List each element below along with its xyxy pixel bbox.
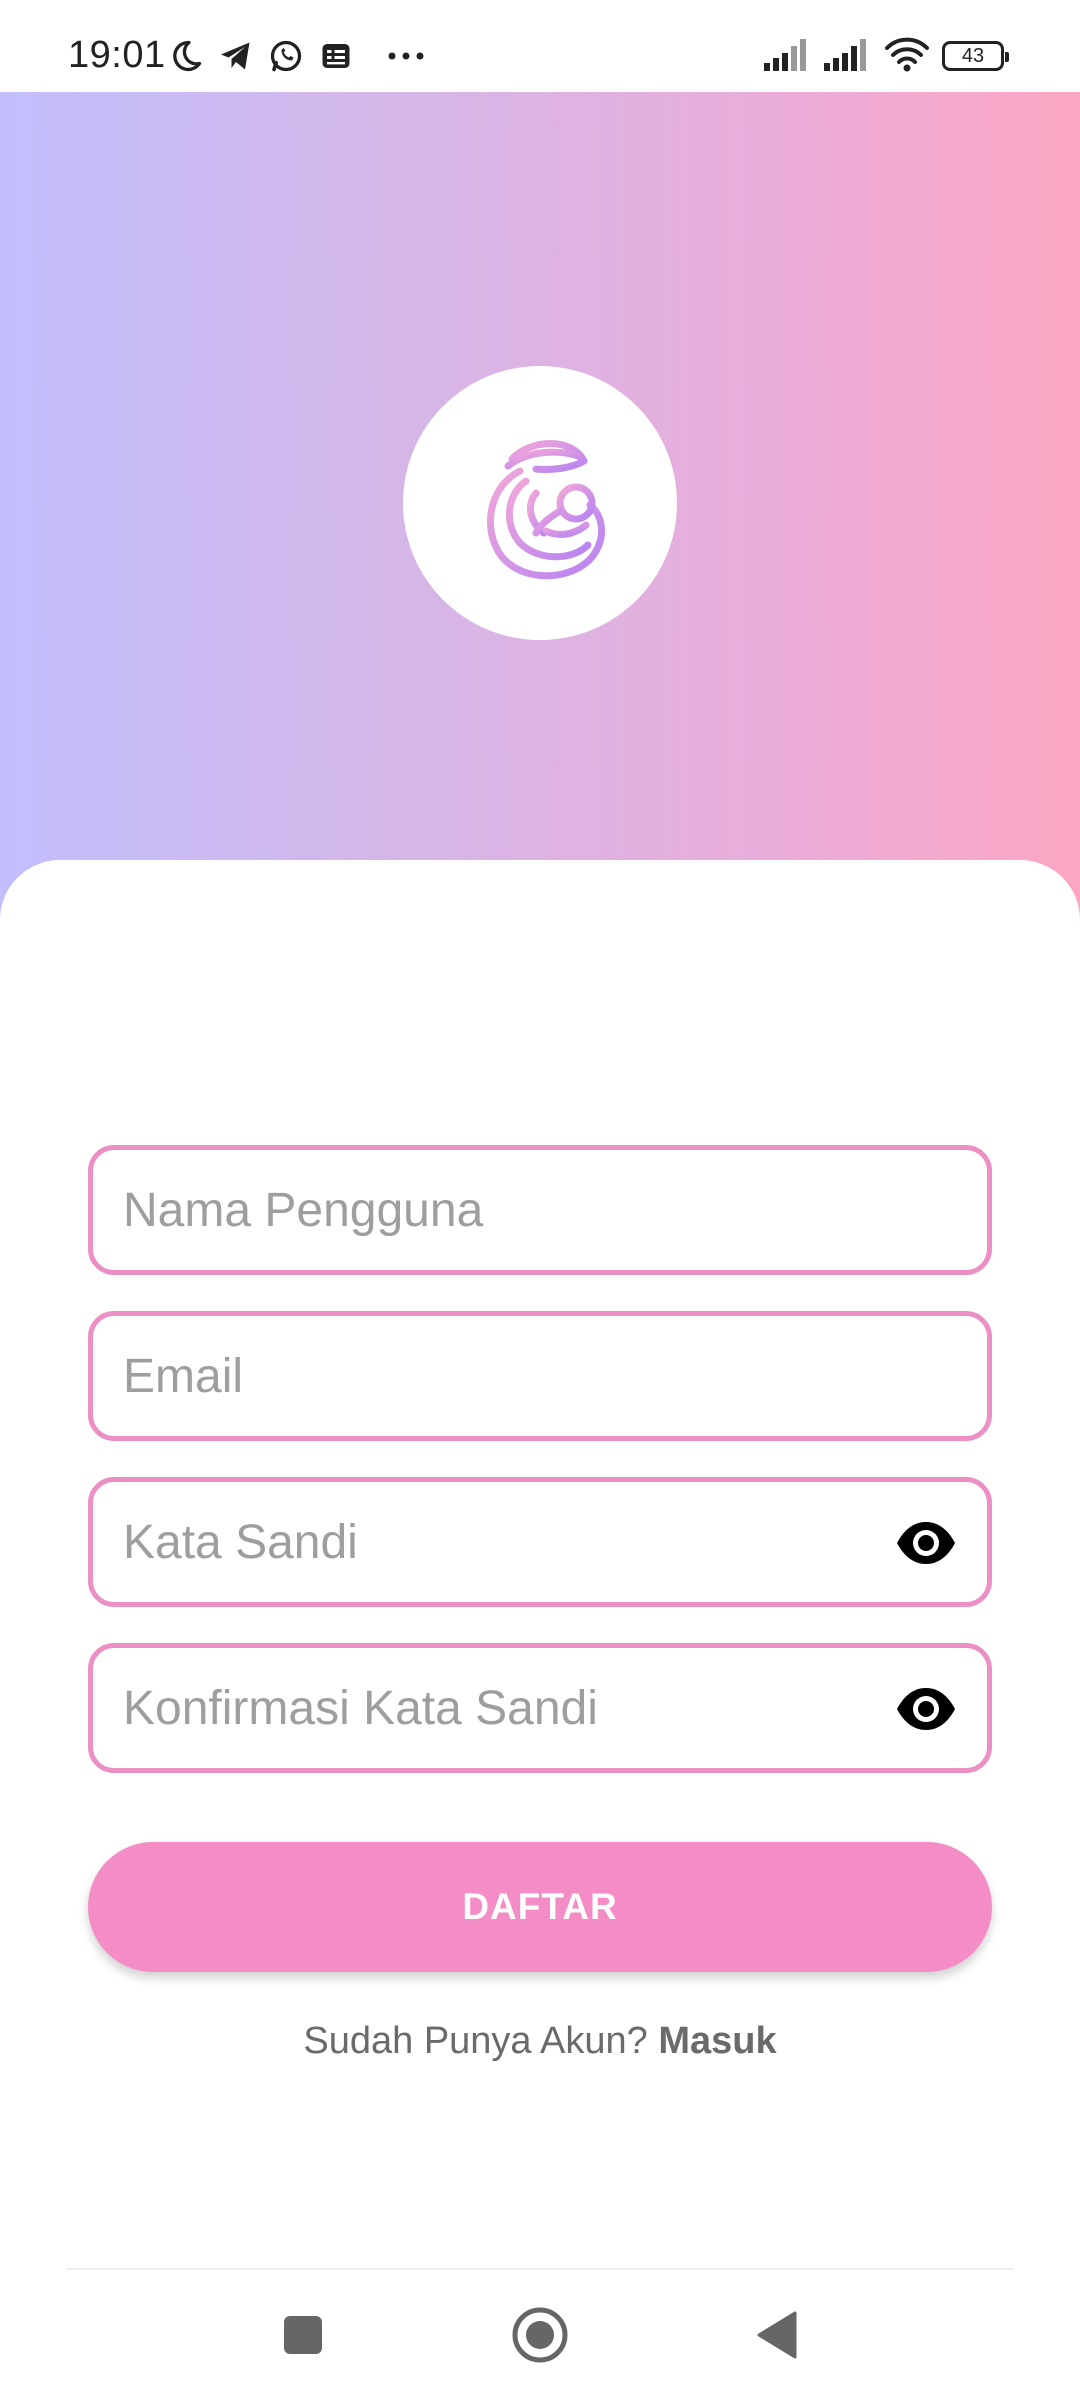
register-screen: 19:01 43 Nama Pengguna Email DAFTAR Suda… xyxy=(0,0,1080,2400)
battery-icon: 43 xyxy=(942,41,1009,71)
home-circle-icon[interactable] xyxy=(509,2304,571,2366)
signal-icon xyxy=(764,37,812,76)
telegram-icon xyxy=(218,38,254,74)
battery-level: 43 xyxy=(961,44,985,67)
status-icons-left xyxy=(168,36,426,76)
confirm-password-input[interactable] xyxy=(123,1648,903,1768)
app-logo xyxy=(403,366,677,640)
status-icons-right: 43 xyxy=(764,36,1009,77)
moon-icon xyxy=(168,38,204,74)
more-dots-icon xyxy=(386,50,426,62)
login-link[interactable]: Masuk xyxy=(658,2020,776,2062)
back-triangle-icon[interactable] xyxy=(746,2304,808,2366)
username-input[interactable] xyxy=(123,1150,903,1270)
register-button-label: DAFTAR xyxy=(462,1886,618,1927)
wifi-icon xyxy=(884,36,930,77)
register-button[interactable]: DAFTAR xyxy=(88,1842,992,1972)
password-input[interactable] xyxy=(123,1482,903,1602)
username-field[interactable] xyxy=(88,1145,992,1275)
recents-square-icon[interactable] xyxy=(272,2304,334,2366)
status-time: 19:01 xyxy=(68,34,166,76)
email-field[interactable] xyxy=(88,1311,992,1441)
notes-icon xyxy=(318,38,354,74)
mother-baby-logo-icon xyxy=(450,411,630,596)
confirm-password-field[interactable] xyxy=(88,1643,992,1773)
login-prompt-text: Sudah Punya Akun? xyxy=(303,2020,648,2062)
whatsapp-icon xyxy=(268,38,304,74)
navigation-bar xyxy=(0,2270,1080,2400)
eye-icon[interactable] xyxy=(895,1520,957,1566)
password-field[interactable] xyxy=(88,1477,992,1607)
email-input[interactable] xyxy=(123,1316,903,1436)
eye-icon[interactable] xyxy=(895,1686,957,1732)
signal-icon xyxy=(824,37,872,76)
login-prompt: Sudah Punya Akun? Masuk xyxy=(0,2020,1080,2063)
status-bar: 19:01 43 xyxy=(0,0,1080,92)
